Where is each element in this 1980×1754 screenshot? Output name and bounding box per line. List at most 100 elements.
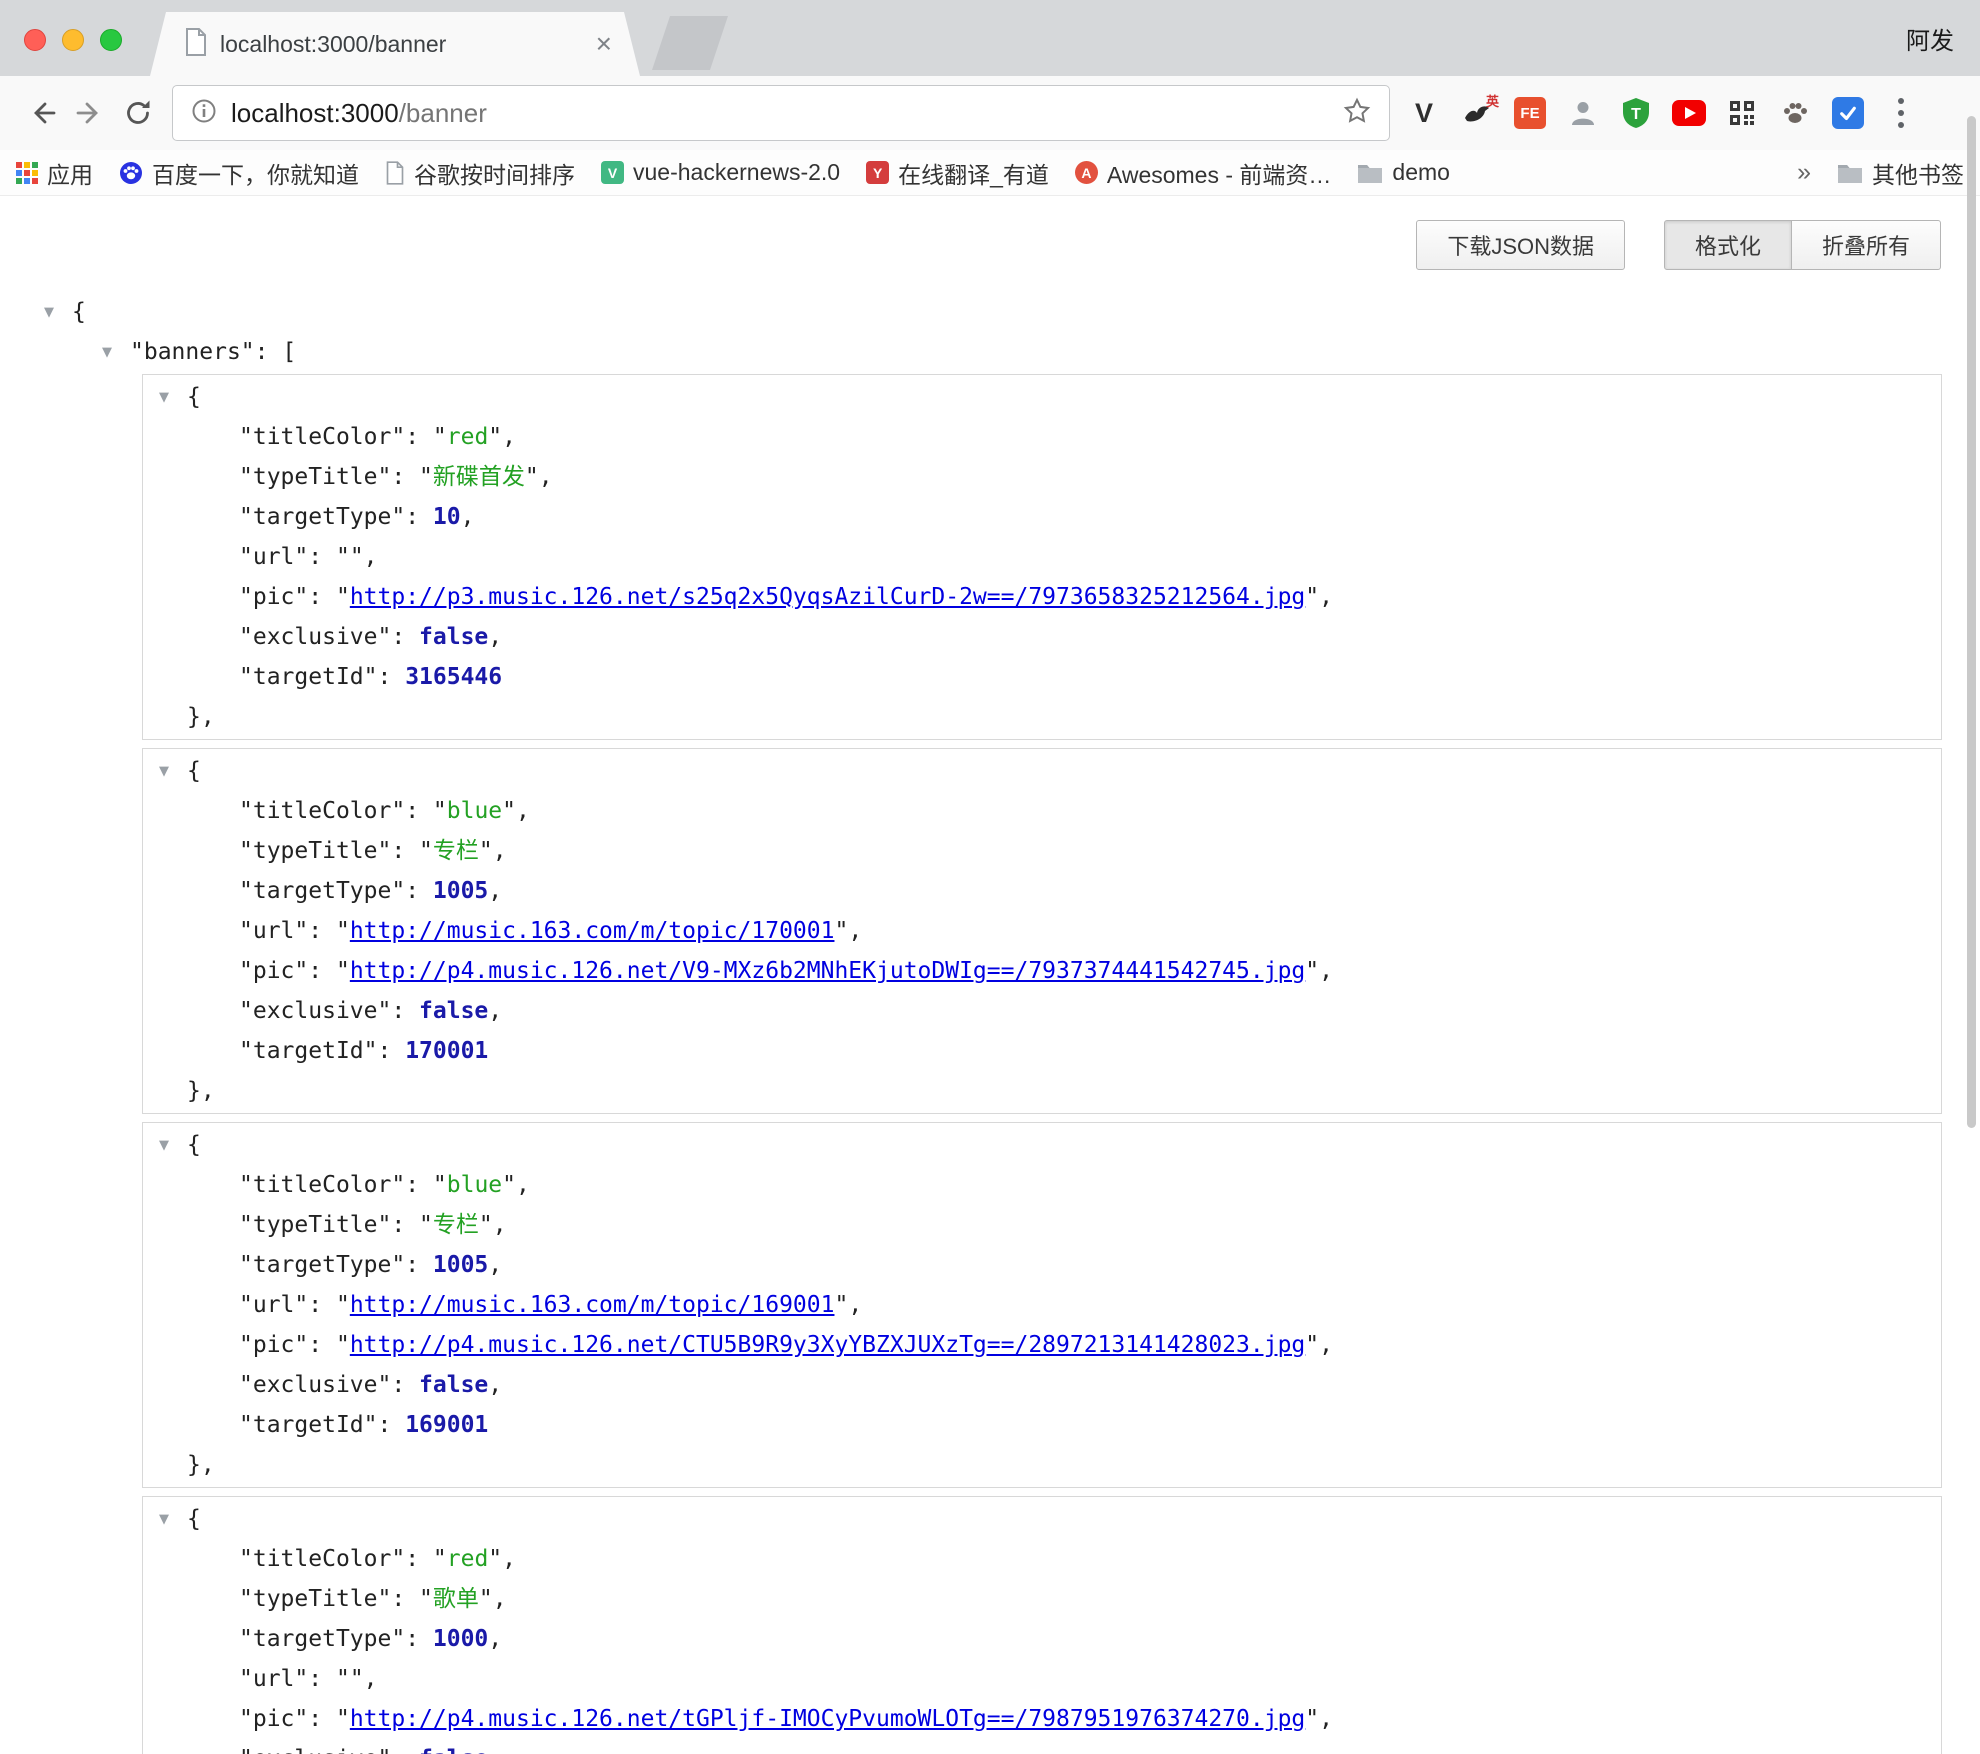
url-path: /banner [399, 98, 487, 128]
folder-icon [1837, 162, 1863, 184]
info-icon[interactable] [191, 98, 217, 129]
quote [1305, 1332, 1319, 1358]
comma [848, 1292, 862, 1318]
collapse-triangle-icon[interactable] [159, 1500, 179, 1540]
json-property-line: pichttp://p4.music.126.net/tGPljf-IMOCyP… [239, 1699, 1925, 1739]
collapse-triangle-icon[interactable] [44, 293, 64, 333]
bookmark-youdao[interactable]: Y 在线翻译_有道 [866, 156, 1049, 190]
shield-check-extension-button[interactable] [1830, 93, 1866, 133]
comma [848, 918, 862, 944]
bookmark-star-icon[interactable] [1343, 97, 1371, 130]
new-tab-button[interactable] [652, 16, 728, 70]
bookmark-folder-demo[interactable]: demo [1357, 159, 1450, 186]
paw-extension-button[interactable] [1777, 93, 1813, 133]
back-button[interactable] [18, 89, 66, 137]
format-button[interactable]: 格式化 [1664, 220, 1792, 270]
json-link-value[interactable]: http://p4.music.126.net/V9-MXz6b2MNhEKju… [350, 958, 1305, 984]
view-mode-button-group: 格式化 折叠所有 [1664, 220, 1941, 270]
collapse-triangle-icon[interactable] [102, 333, 122, 373]
quote [834, 918, 848, 944]
json-link-value[interactable]: http://p3.music.126.net/s25q2x5QyqsAzilC… [350, 584, 1305, 610]
json-object-open-line [159, 751, 1925, 791]
quote [336, 1706, 350, 1732]
minimize-window-button[interactable] [62, 29, 84, 51]
comma [502, 1546, 516, 1572]
apps-grid-icon [16, 162, 38, 184]
json-string-value [336, 1666, 364, 1692]
arrow-left-icon [26, 97, 58, 129]
forward-button[interactable] [66, 89, 114, 137]
bookmarks-bar: 应用 百度一下，你就知道 谷歌按时间排序 V vue-hackernews-2.… [0, 150, 1980, 196]
json-key: typeTitle [239, 838, 419, 864]
translate-extension-button[interactable]: 英 [1459, 93, 1495, 133]
comma [488, 624, 502, 650]
close-brace [187, 1452, 215, 1478]
fehelper-extension-button[interactable]: FE [1512, 93, 1548, 133]
json-key: targetId [239, 1038, 405, 1064]
profile-name[interactable]: 阿发 [1906, 0, 1954, 76]
fehelper-icon: FE [1514, 97, 1546, 129]
bookmark-apps[interactable]: 应用 [16, 156, 93, 190]
vimium-extension-button[interactable]: V [1406, 93, 1442, 133]
toolbar: localhost:3000/banner V 英 FE T [0, 76, 1980, 150]
reload-icon [123, 98, 153, 128]
json-string-value: blue [433, 798, 516, 824]
json-property-line: titleColorblue [239, 791, 1925, 831]
json-key: pic [239, 584, 336, 610]
json-link-value[interactable]: http://music.163.com/m/topic/170001 [350, 918, 835, 944]
comma [493, 1586, 507, 1612]
json-boolean-value: false [419, 624, 488, 650]
bookmark-baidu[interactable]: 百度一下，你就知道 [119, 156, 359, 190]
collapse-triangle-icon[interactable] [159, 1126, 179, 1166]
bookmark-label: demo [1392, 159, 1450, 186]
collapse-triangle-icon[interactable] [159, 752, 179, 792]
youtube-extension-button[interactable] [1671, 93, 1707, 133]
json-property-line: titleColorblue [239, 1165, 1925, 1205]
reload-button[interactable] [114, 89, 162, 137]
json-boolean-value: false [419, 1746, 488, 1754]
url-host: localhost:3000 [231, 98, 399, 128]
comma [461, 504, 475, 530]
extension-row: V 英 FE T [1406, 93, 1919, 133]
bookmark-google-sort[interactable]: 谷歌按时间排序 [385, 156, 575, 190]
json-object-open-line [159, 1125, 1925, 1165]
json-property-line: exclusivefalse [239, 617, 1925, 657]
comma [1319, 584, 1333, 610]
trafficlight-extension-button[interactable]: T [1618, 93, 1654, 133]
json-link-value[interactable]: http://p4.music.126.net/CTU5B9R9y3XyYBZX… [350, 1332, 1305, 1358]
bookmarks-overflow-chevron[interactable]: » [1797, 158, 1811, 187]
comma [1319, 958, 1333, 984]
collapse-triangle-icon[interactable] [159, 378, 179, 418]
comma [364, 1666, 378, 1692]
address-input[interactable]: localhost:3000/banner [172, 85, 1390, 141]
other-bookmarks[interactable]: 其他书签 [1837, 156, 1964, 190]
close-window-button[interactable] [24, 29, 46, 51]
account-extension-button[interactable] [1565, 93, 1601, 133]
bookmark-awesomes[interactable]: A Awesomes - 前端资… [1075, 156, 1332, 190]
tab-close-icon[interactable]: × [596, 30, 612, 58]
awesomes-icon: A [1075, 161, 1098, 184]
download-json-button[interactable]: 下载JSON数据 [1416, 220, 1625, 270]
json-key: url [239, 1292, 336, 1318]
bookmark-vue-hackernews[interactable]: V vue-hackernews-2.0 [601, 159, 840, 186]
browser-tab[interactable]: localhost:3000/banner × [150, 12, 640, 76]
qrcode-extension-button[interactable] [1724, 93, 1760, 133]
json-key: exclusive [239, 998, 419, 1024]
browser-menu-button[interactable] [1883, 93, 1919, 133]
quote [1305, 958, 1319, 984]
zoom-window-button[interactable] [100, 29, 122, 51]
comma [364, 544, 378, 570]
json-link-value[interactable]: http://p4.music.126.net/tGPljf-IMOCyPvum… [350, 1706, 1305, 1732]
json-key: typeTitle [239, 1586, 419, 1612]
json-property-line: pic http://p3.music.126.net/s25q2x5QyqsAz… [239, 577, 1925, 617]
json-object-close-line [159, 1071, 1925, 1111]
collapse-all-button[interactable]: 折叠所有 [1791, 220, 1941, 270]
json-banners-line: banners [102, 332, 1980, 372]
scrollbar-thumb[interactable] [1967, 116, 1976, 1128]
json-property-line: exclusivefalse [239, 1365, 1925, 1405]
json-link-value[interactable]: http://music.163.com/m/topic/169001 [350, 1292, 835, 1318]
quote [336, 1332, 350, 1358]
page-icon [385, 161, 405, 185]
youtube-icon [1672, 100, 1706, 126]
vimium-icon: V [1415, 98, 1433, 129]
